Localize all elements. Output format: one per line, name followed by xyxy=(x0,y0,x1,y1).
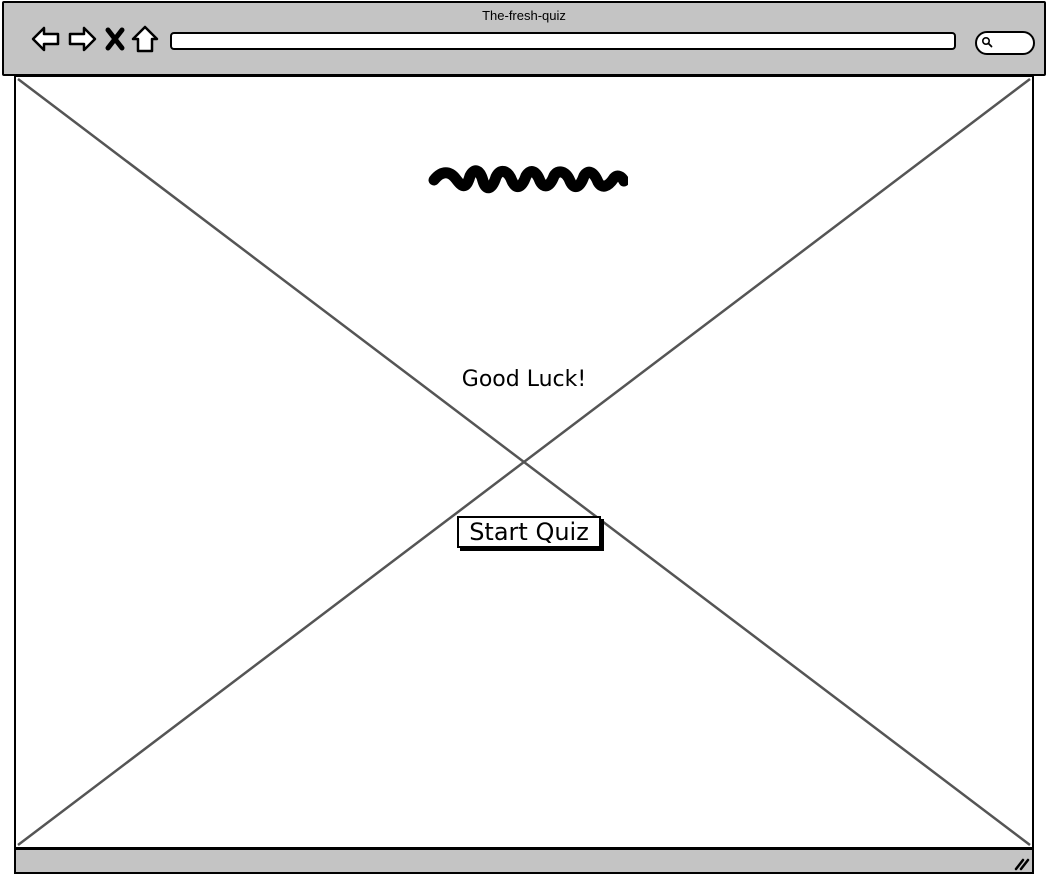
status-bar xyxy=(14,848,1034,874)
home-icon xyxy=(131,25,159,53)
search-button[interactable] xyxy=(975,31,1035,55)
resize-grip-icon[interactable] xyxy=(1012,853,1030,871)
stop-button[interactable] xyxy=(102,23,128,55)
start-quiz-button[interactable]: Start Quiz xyxy=(457,516,601,548)
search-icon xyxy=(981,36,993,48)
window-title: The-fresh-quiz xyxy=(482,8,566,23)
arrow-left-icon xyxy=(31,26,60,52)
back-button[interactable] xyxy=(30,23,62,55)
forward-button[interactable] xyxy=(66,23,98,55)
home-button[interactable] xyxy=(130,23,160,55)
logo xyxy=(428,165,628,194)
greeting-text: Good Luck! xyxy=(461,367,587,392)
browser-toolbar: The-fresh-quiz xyxy=(2,1,1046,76)
address-bar[interactable] xyxy=(170,32,956,50)
arrow-right-icon xyxy=(68,26,97,52)
close-icon xyxy=(105,27,125,51)
page-viewport: Good Luck! Start Quiz xyxy=(14,75,1034,849)
